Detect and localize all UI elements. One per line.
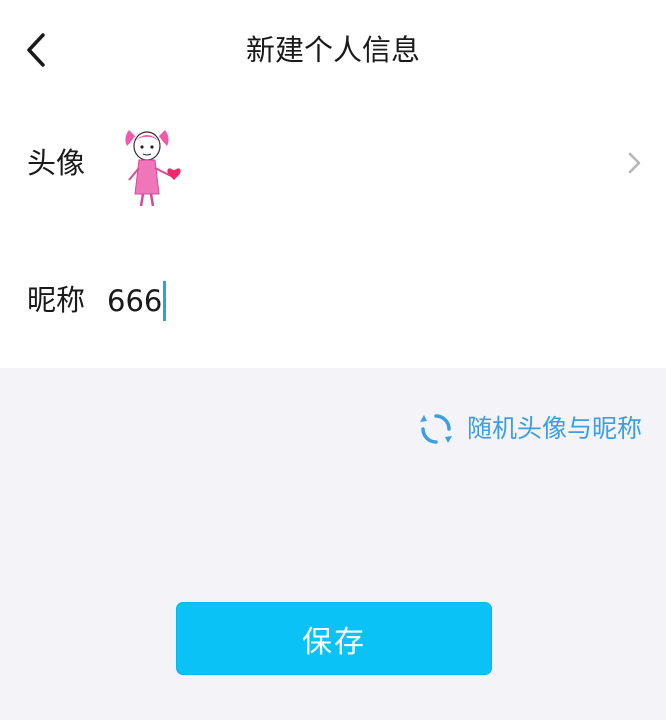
- page-title: 新建个人信息: [245, 33, 420, 67]
- random-avatar-nickname-button[interactable]: 随机头像与昵称: [419, 408, 642, 450]
- nickname-value: 666: [107, 284, 163, 318]
- avatar-row[interactable]: 头像: [0, 112, 666, 216]
- nickname-row: 昵称 666: [0, 262, 666, 342]
- avatar-image: [113, 124, 189, 210]
- save-button[interactable]: 保存: [176, 602, 492, 675]
- random-avatar-nickname-label: 随机头像与昵称: [466, 414, 642, 443]
- refresh-icon: [419, 414, 452, 444]
- avatar-label: 头像: [27, 146, 86, 180]
- profile-form-panel: 新建个人信息 头像 昵称 666: [0, 0, 666, 368]
- nickname-input[interactable]: 666: [107, 280, 627, 322]
- text-caret: [163, 281, 167, 321]
- save-button-label: 保存: [302, 624, 366, 660]
- nickname-label: 昵称: [27, 283, 86, 317]
- header-bar: 新建个人信息: [0, 0, 666, 100]
- avatar[interactable]: [113, 124, 189, 210]
- chevron-right-icon: [628, 152, 641, 174]
